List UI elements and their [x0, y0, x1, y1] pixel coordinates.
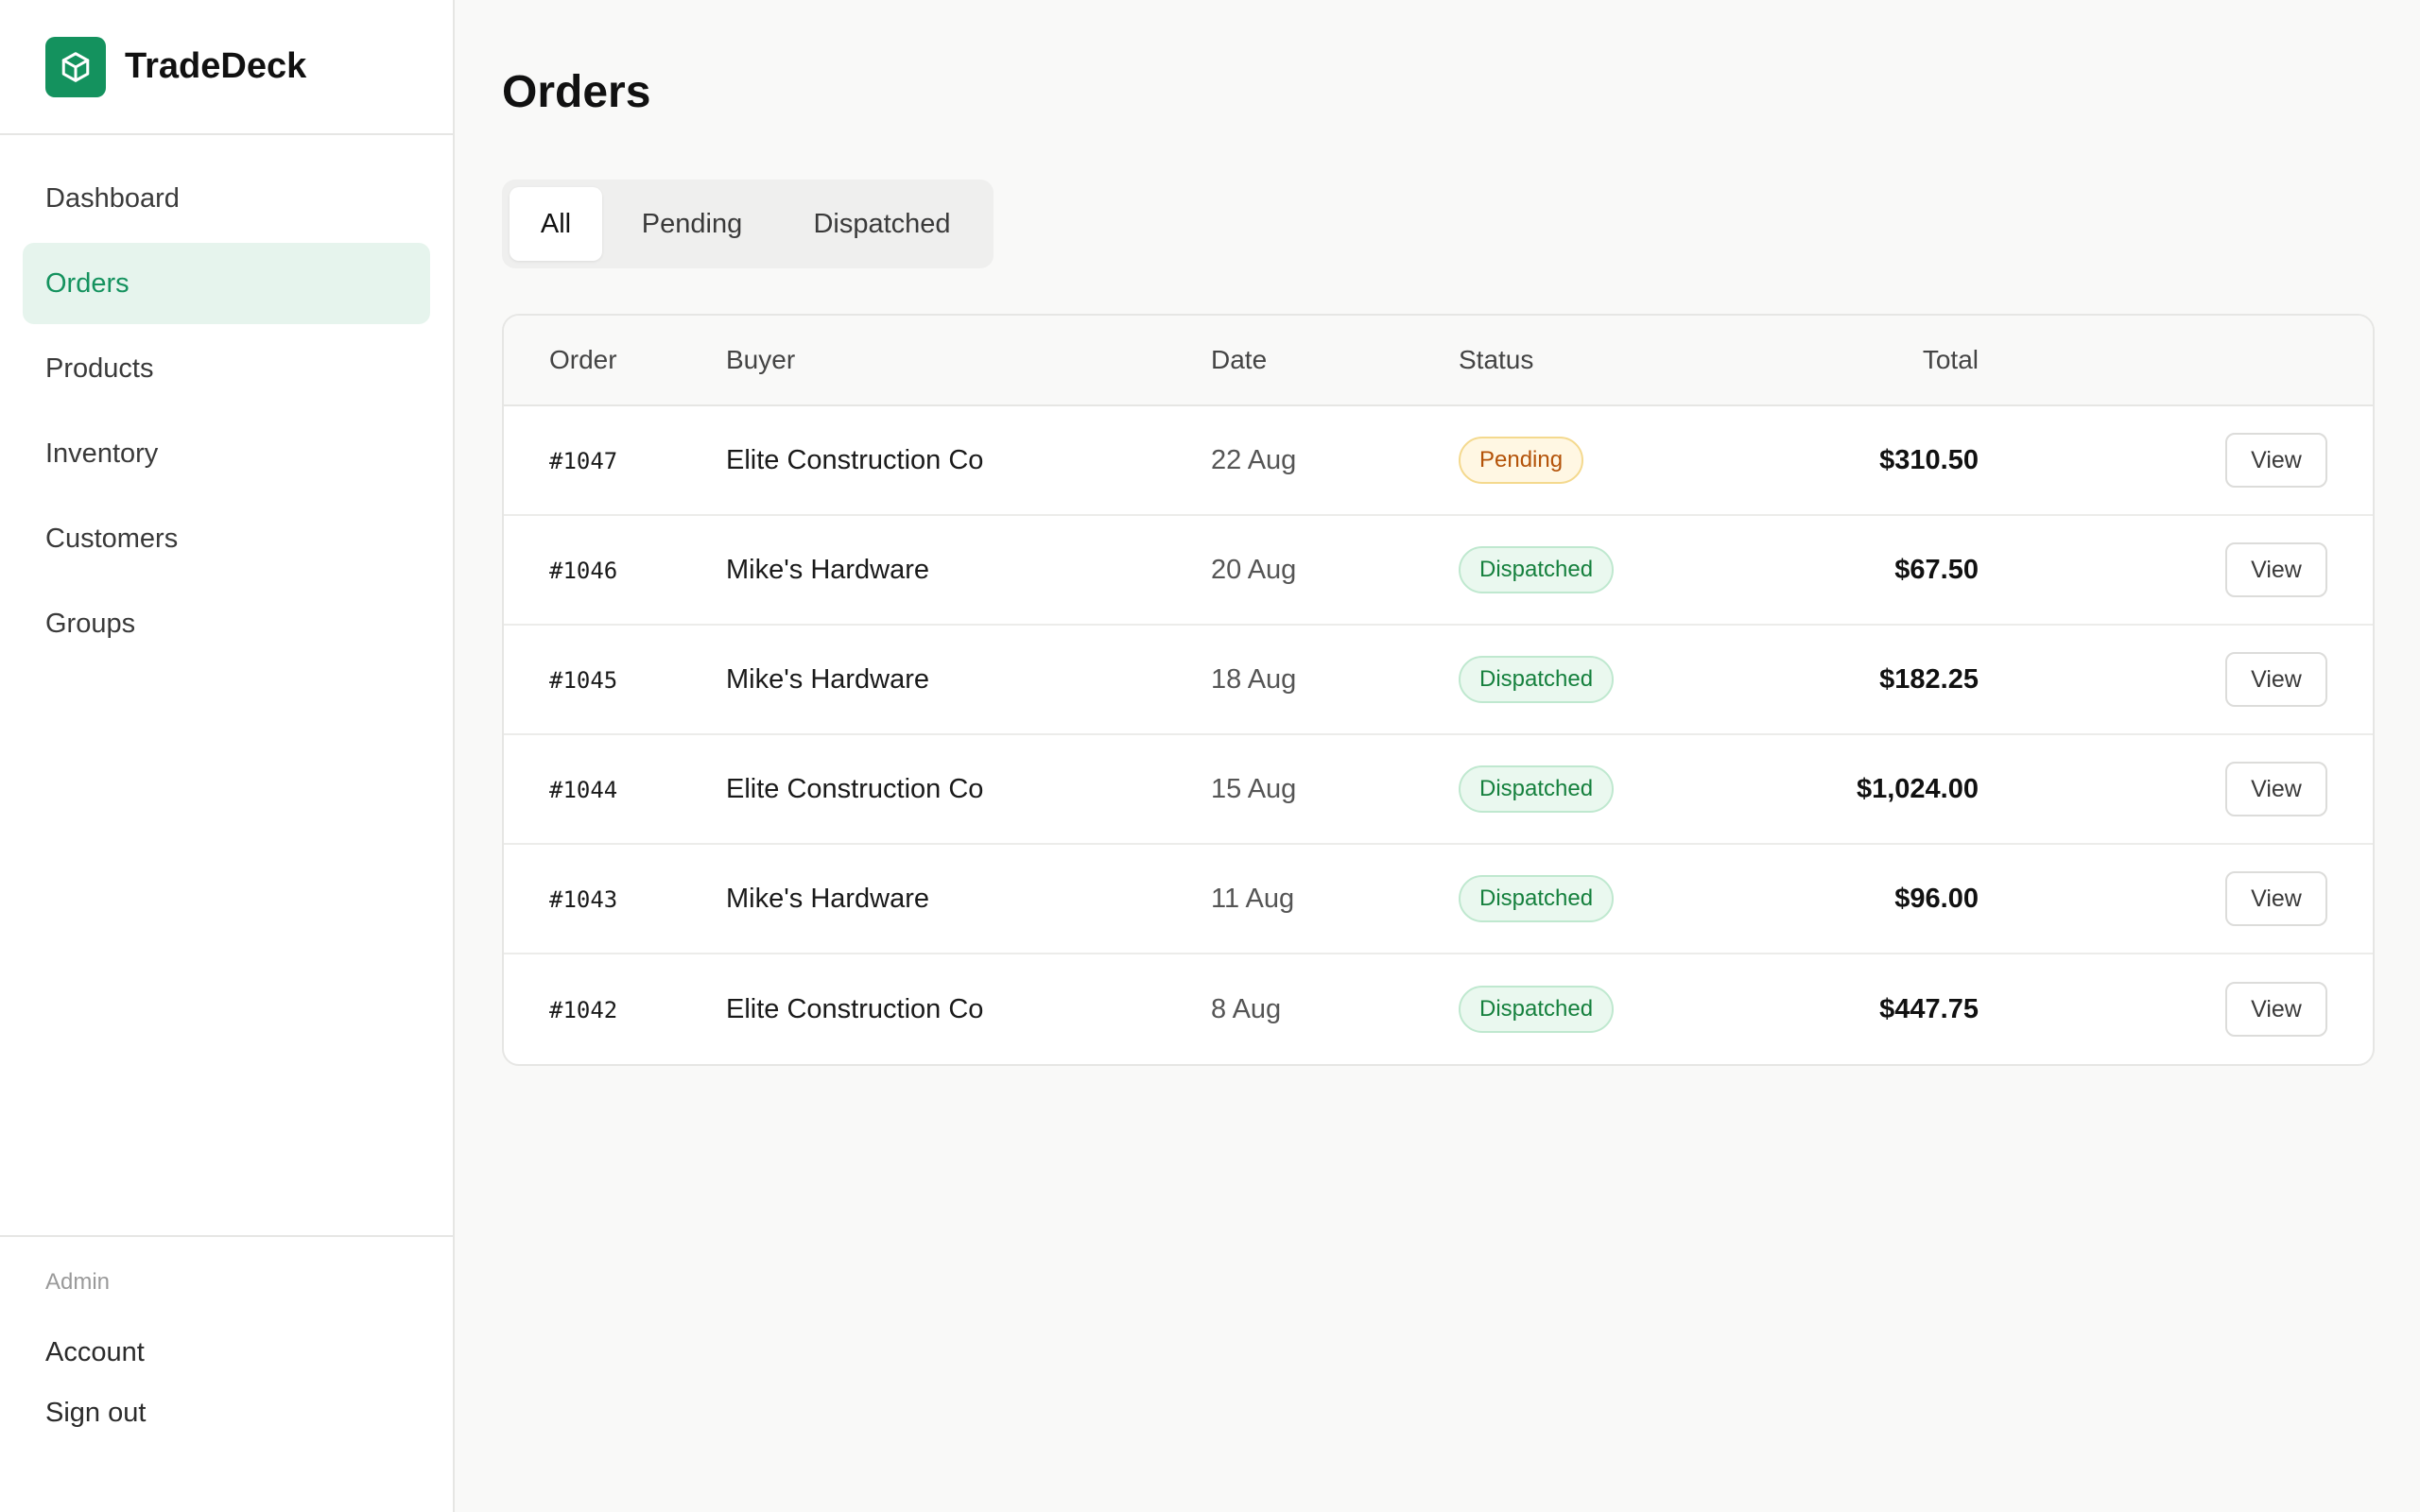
view-button[interactable]: View — [2225, 871, 2327, 926]
order-total: $447.75 — [1879, 993, 1979, 1024]
buyer-name: Mike's Hardware — [726, 883, 930, 914]
sidebar: TradeDeck Dashboard Orders Products Inve… — [0, 0, 455, 1512]
order-date: 22 Aug — [1211, 444, 1297, 475]
view-button[interactable]: View — [2225, 433, 2327, 488]
order-date: 18 Aug — [1211, 663, 1297, 695]
table-row[interactable]: #1042 Elite Construction Co 8 Aug Dispat… — [504, 954, 2373, 1064]
brand-name: TradeDeck — [125, 46, 307, 86]
sign-out-link[interactable]: Sign out — [45, 1373, 453, 1452]
buyer-name: Elite Construction Co — [726, 773, 984, 804]
tab-pending[interactable]: Pending — [602, 187, 782, 261]
header-buyer[interactable]: Buyer — [726, 345, 1211, 375]
buyer-name: Mike's Hardware — [726, 554, 930, 585]
status-badge: Dispatched — [1459, 986, 1615, 1033]
main-content: Orders All Pending Dispatched Order Buye… — [455, 0, 2420, 1512]
table-row[interactable]: #1044 Elite Construction Co 15 Aug Dispa… — [504, 735, 2373, 845]
page-title: Orders — [502, 67, 651, 117]
order-total: $182.25 — [1879, 663, 1979, 695]
order-total: $96.00 — [1894, 883, 1979, 914]
status-badge: Pending — [1459, 437, 1584, 484]
order-id: #1043 — [549, 885, 618, 913]
admin-section-label: Admin — [45, 1269, 111, 1295]
sidebar-item-inventory[interactable]: Inventory — [23, 413, 430, 494]
header-status[interactable]: Status — [1459, 345, 1695, 375]
sidebar-item-customers[interactable]: Customers — [23, 498, 430, 579]
tab-dispatched[interactable]: Dispatched — [782, 187, 982, 261]
status-tabs: All Pending Dispatched — [502, 180, 994, 268]
table-row[interactable]: #1046 Mike's Hardware 20 Aug Dispatched … — [504, 516, 2373, 626]
view-button[interactable]: View — [2225, 542, 2327, 597]
buyer-name: Mike's Hardware — [726, 663, 930, 695]
table-header: Order Buyer Date Status Total — [504, 316, 2373, 406]
header-order[interactable]: Order — [504, 345, 726, 375]
status-badge: Dispatched — [1459, 546, 1615, 593]
sidebar-item-dashboard[interactable]: Dashboard — [23, 158, 430, 239]
sidebar-item-products[interactable]: Products — [23, 328, 430, 409]
buyer-name: Elite Construction Co — [726, 993, 984, 1024]
order-date: 11 Aug — [1211, 883, 1295, 914]
box-icon — [45, 36, 106, 97]
buyer-name: Elite Construction Co — [726, 444, 984, 475]
order-date: 8 Aug — [1211, 993, 1282, 1024]
orders-table: Order Buyer Date Status Total #1047 Elit… — [502, 314, 2375, 1066]
view-button[interactable]: View — [2225, 982, 2327, 1037]
sidebar-nav: Dashboard Orders Products Inventory Cust… — [0, 135, 453, 1235]
view-button[interactable]: View — [2225, 652, 2327, 707]
app-root: TradeDeck Dashboard Orders Products Inve… — [0, 0, 2420, 1512]
order-date: 15 Aug — [1211, 773, 1297, 804]
sidebar-item-groups[interactable]: Groups — [23, 583, 430, 664]
status-badge: Dispatched — [1459, 656, 1615, 703]
order-total: $67.50 — [1894, 554, 1979, 585]
header-date[interactable]: Date — [1211, 345, 1459, 375]
header-total[interactable]: Total — [1695, 345, 1979, 375]
status-badge: Dispatched — [1459, 765, 1615, 813]
table-row[interactable]: #1043 Mike's Hardware 11 Aug Dispatched … — [504, 845, 2373, 954]
order-id: #1042 — [549, 996, 618, 1023]
sidebar-footer: Admin Account Sign out — [0, 1235, 453, 1512]
order-id: #1044 — [549, 776, 618, 803]
tab-all[interactable]: All — [510, 187, 602, 261]
order-date: 20 Aug — [1211, 554, 1297, 585]
order-id: #1046 — [549, 557, 618, 584]
table-row[interactable]: #1045 Mike's Hardware 18 Aug Dispatched … — [504, 626, 2373, 735]
view-button[interactable]: View — [2225, 762, 2327, 816]
sidebar-item-orders[interactable]: Orders — [23, 243, 430, 324]
table-row[interactable]: #1047 Elite Construction Co 22 Aug Pendi… — [504, 406, 2373, 516]
order-total: $1,024.00 — [1856, 773, 1979, 804]
brand[interactable]: TradeDeck — [0, 0, 453, 135]
status-badge: Dispatched — [1459, 875, 1615, 922]
order-total: $310.50 — [1879, 444, 1979, 475]
order-id: #1047 — [549, 447, 618, 474]
order-id: #1045 — [549, 666, 618, 694]
